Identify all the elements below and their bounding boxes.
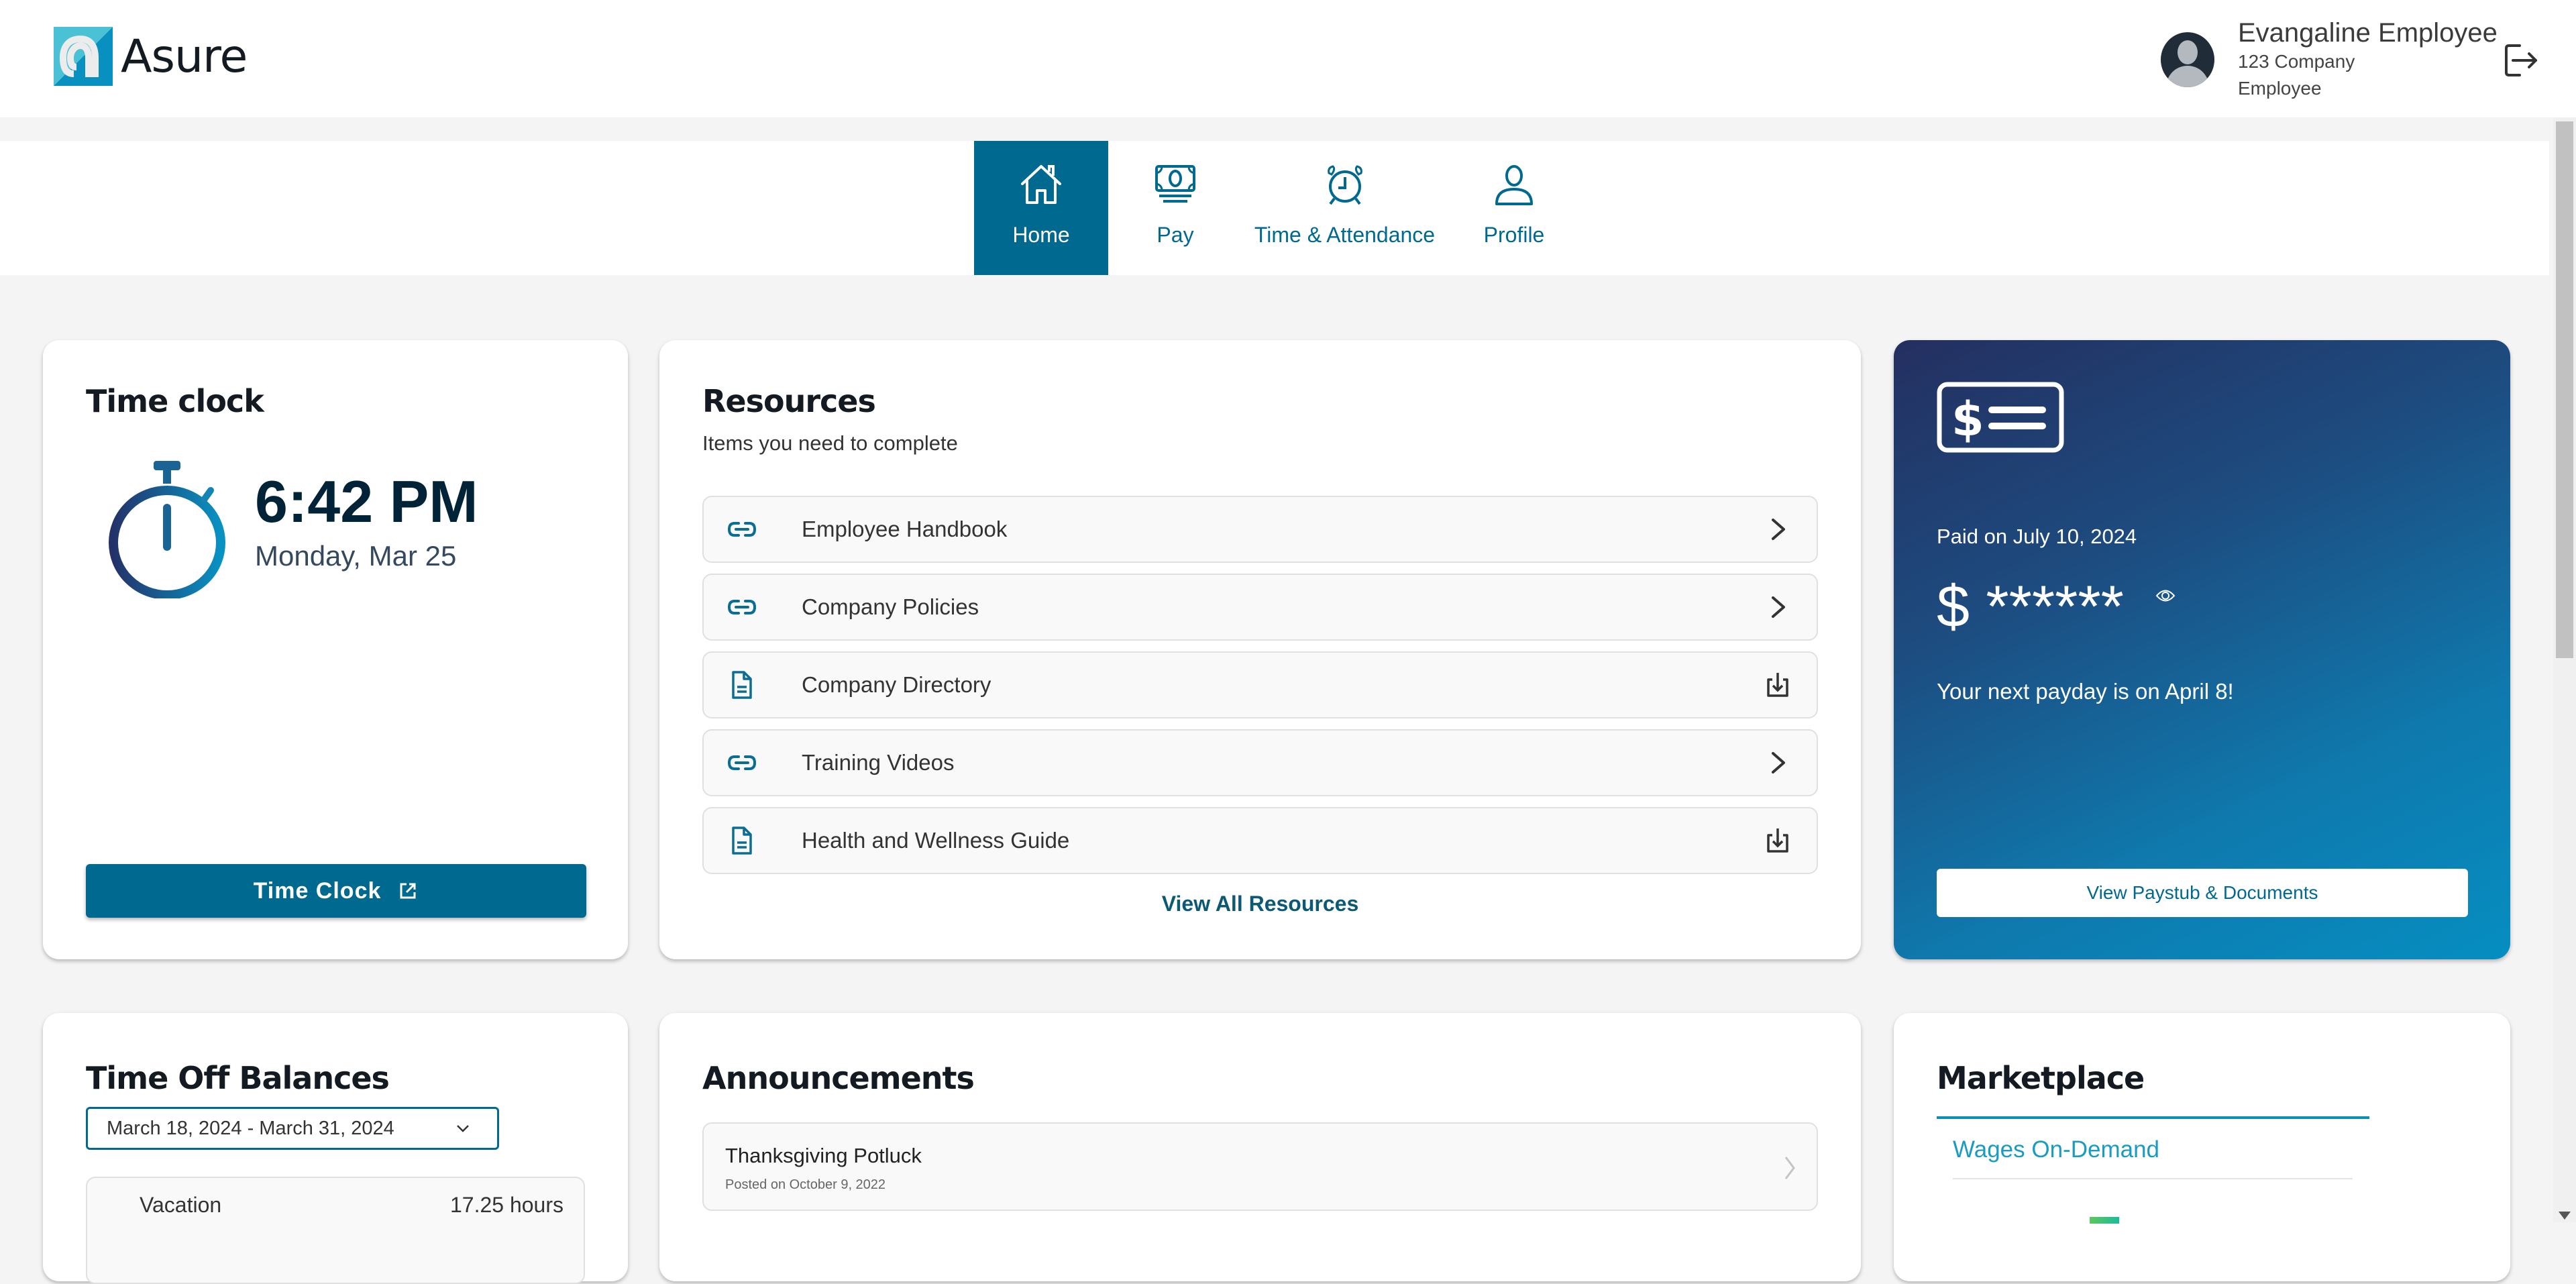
resource-item-health-wellness-guide[interactable]: Health and Wellness Guide bbox=[702, 807, 1818, 874]
resource-label: Health and Wellness Guide bbox=[802, 828, 1070, 853]
document-icon bbox=[732, 826, 752, 855]
resource-item-training-videos[interactable]: Training Videos bbox=[702, 729, 1818, 796]
svg-text:$: $ bbox=[1951, 392, 1984, 447]
current-date: Monday, Mar 25 bbox=[255, 540, 457, 572]
money-icon bbox=[1155, 165, 1195, 203]
resource-label: Company Policies bbox=[802, 594, 979, 619]
resource-item-employee-handbook[interactable]: Employee Handbook bbox=[702, 496, 1818, 563]
time-off-title: Time Off Balances bbox=[86, 1060, 390, 1096]
marketplace-title: Marketplace bbox=[1937, 1060, 2145, 1096]
date-range-select[interactable]: March 18, 2024 - March 31, 2024 bbox=[86, 1107, 499, 1150]
resources-subtitle: Items you need to complete bbox=[702, 431, 958, 455]
alarm-clock-icon bbox=[1327, 165, 1362, 205]
balance-list: Vacation 17.25 hours bbox=[86, 1177, 585, 1284]
brand-name: Asure bbox=[121, 30, 248, 83]
tab-pay[interactable]: Pay bbox=[1108, 141, 1242, 275]
time-clock-button[interactable]: Time Clock bbox=[86, 864, 586, 918]
chevron-right-icon bbox=[1784, 1157, 1795, 1179]
resource-item-company-policies[interactable]: Company Policies bbox=[702, 574, 1818, 641]
page-scrollbar[interactable] bbox=[2553, 117, 2576, 1222]
current-time: 6:42 PM bbox=[255, 468, 478, 535]
download-icon bbox=[1767, 673, 1788, 697]
tab-pay-label: Pay bbox=[1157, 223, 1194, 247]
tab-profile-label: Profile bbox=[1483, 223, 1545, 247]
tab-profile[interactable]: Profile bbox=[1447, 141, 1581, 275]
link-icon bbox=[727, 755, 757, 770]
asure-logo-icon bbox=[54, 27, 113, 86]
time-clock-button-label: Time Clock bbox=[253, 877, 382, 904]
resource-item-company-directory[interactable]: Company Directory bbox=[702, 651, 1818, 718]
tab-time-attendance-label: Time & Attendance bbox=[1254, 223, 1436, 247]
balance-amount: 17.25 hours bbox=[449, 1193, 564, 1217]
link-icon bbox=[727, 522, 757, 537]
marketplace-divider bbox=[1953, 1178, 2353, 1179]
resource-label: Employee Handbook bbox=[802, 517, 1008, 541]
resources-card: Resources Items you need to complete Emp… bbox=[659, 340, 1861, 959]
time-clock-card: Time clock 6:42 PM Monday, Mar 25 Time C… bbox=[43, 340, 628, 959]
person-icon bbox=[1495, 165, 1533, 205]
view-paystub-button[interactable]: View Paystub & Documents bbox=[1937, 869, 2468, 917]
chevron-right-icon bbox=[1772, 519, 1785, 540]
announcements-title: Announcements bbox=[702, 1060, 975, 1096]
home-icon bbox=[1021, 165, 1061, 204]
chevron-right-icon bbox=[1772, 596, 1785, 618]
marketplace-tab-underline bbox=[1937, 1116, 2369, 1119]
time-off-card: Time Off Balances March 18, 2024 - March… bbox=[43, 1013, 628, 1284]
next-payday: Your next payday is on April 8! bbox=[1937, 679, 2234, 704]
pay-amount-masked: $ ****** bbox=[1937, 573, 2124, 639]
marketplace-item-wages-on-demand[interactable]: Wages On-Demand bbox=[1953, 1136, 2159, 1163]
paid-on-date: Paid on July 10, 2024 bbox=[1937, 525, 2137, 548]
paycheck-icon: $ bbox=[1937, 382, 2064, 453]
resources-title: Resources bbox=[702, 383, 876, 419]
chevron-right-icon bbox=[1772, 752, 1785, 773]
resource-label: Training Videos bbox=[802, 750, 955, 775]
user-name: Evangaline Employee bbox=[2238, 18, 2498, 48]
app-header: Asure Evangaline Employee 123 Company Em… bbox=[0, 0, 2576, 117]
pay-card: $ Paid on July 10, 2024 $ ****** Your ne… bbox=[1894, 340, 2510, 959]
scrollbar-thumb[interactable] bbox=[2556, 121, 2573, 658]
user-menu[interactable]: Evangaline Employee 123 Company Employee bbox=[2160, 17, 2498, 102]
tab-home[interactable]: Home bbox=[974, 141, 1108, 275]
document-icon bbox=[732, 671, 752, 699]
tab-home-label: Home bbox=[1012, 223, 1070, 247]
announcements-card: Announcements Thanksgiving Potluck Poste… bbox=[659, 1013, 1861, 1281]
balance-row: Vacation 17.25 hours bbox=[140, 1193, 564, 1218]
eye-icon[interactable] bbox=[2155, 586, 2176, 606]
announcement-title: Thanksgiving Potluck bbox=[725, 1144, 922, 1167]
time-clock-title: Time clock bbox=[86, 383, 264, 419]
download-icon bbox=[1767, 828, 1788, 853]
logout-icon[interactable] bbox=[2501, 40, 2541, 81]
stopwatch-icon bbox=[109, 461, 225, 598]
user-role: Employee bbox=[2238, 78, 2322, 99]
link-icon bbox=[727, 600, 757, 614]
user-avatar-icon bbox=[2161, 32, 2214, 87]
view-all-resources-link[interactable]: View All Resources bbox=[659, 892, 1861, 916]
resource-label: Company Directory bbox=[802, 672, 991, 697]
user-info: Evangaline Employee 123 Company Employee bbox=[2238, 17, 2498, 102]
marketplace-partner-logo bbox=[2090, 1217, 2119, 1224]
main-nav: Home Pay Time & Attendance Profile bbox=[0, 141, 2549, 275]
external-link-icon bbox=[400, 883, 416, 899]
announcement-item[interactable]: Thanksgiving Potluck Posted on October 9… bbox=[702, 1122, 1818, 1211]
announcement-date: Posted on October 9, 2022 bbox=[725, 1177, 886, 1192]
resources-list: Employee Handbook Company Policies Compa… bbox=[702, 496, 1818, 885]
marketplace-card: Marketplace Wages On-Demand bbox=[1894, 1013, 2510, 1281]
asure-logo[interactable]: Asure bbox=[54, 27, 248, 86]
scroll-down-arrow-icon[interactable] bbox=[2559, 1212, 2571, 1220]
date-range-value: March 18, 2024 - March 31, 2024 bbox=[107, 1117, 394, 1139]
user-company: 123 Company bbox=[2238, 51, 2355, 72]
balance-type: Vacation bbox=[140, 1193, 222, 1217]
tab-time-attendance[interactable]: Time & Attendance bbox=[1242, 141, 1447, 275]
chevron-down-icon bbox=[457, 1125, 469, 1132]
